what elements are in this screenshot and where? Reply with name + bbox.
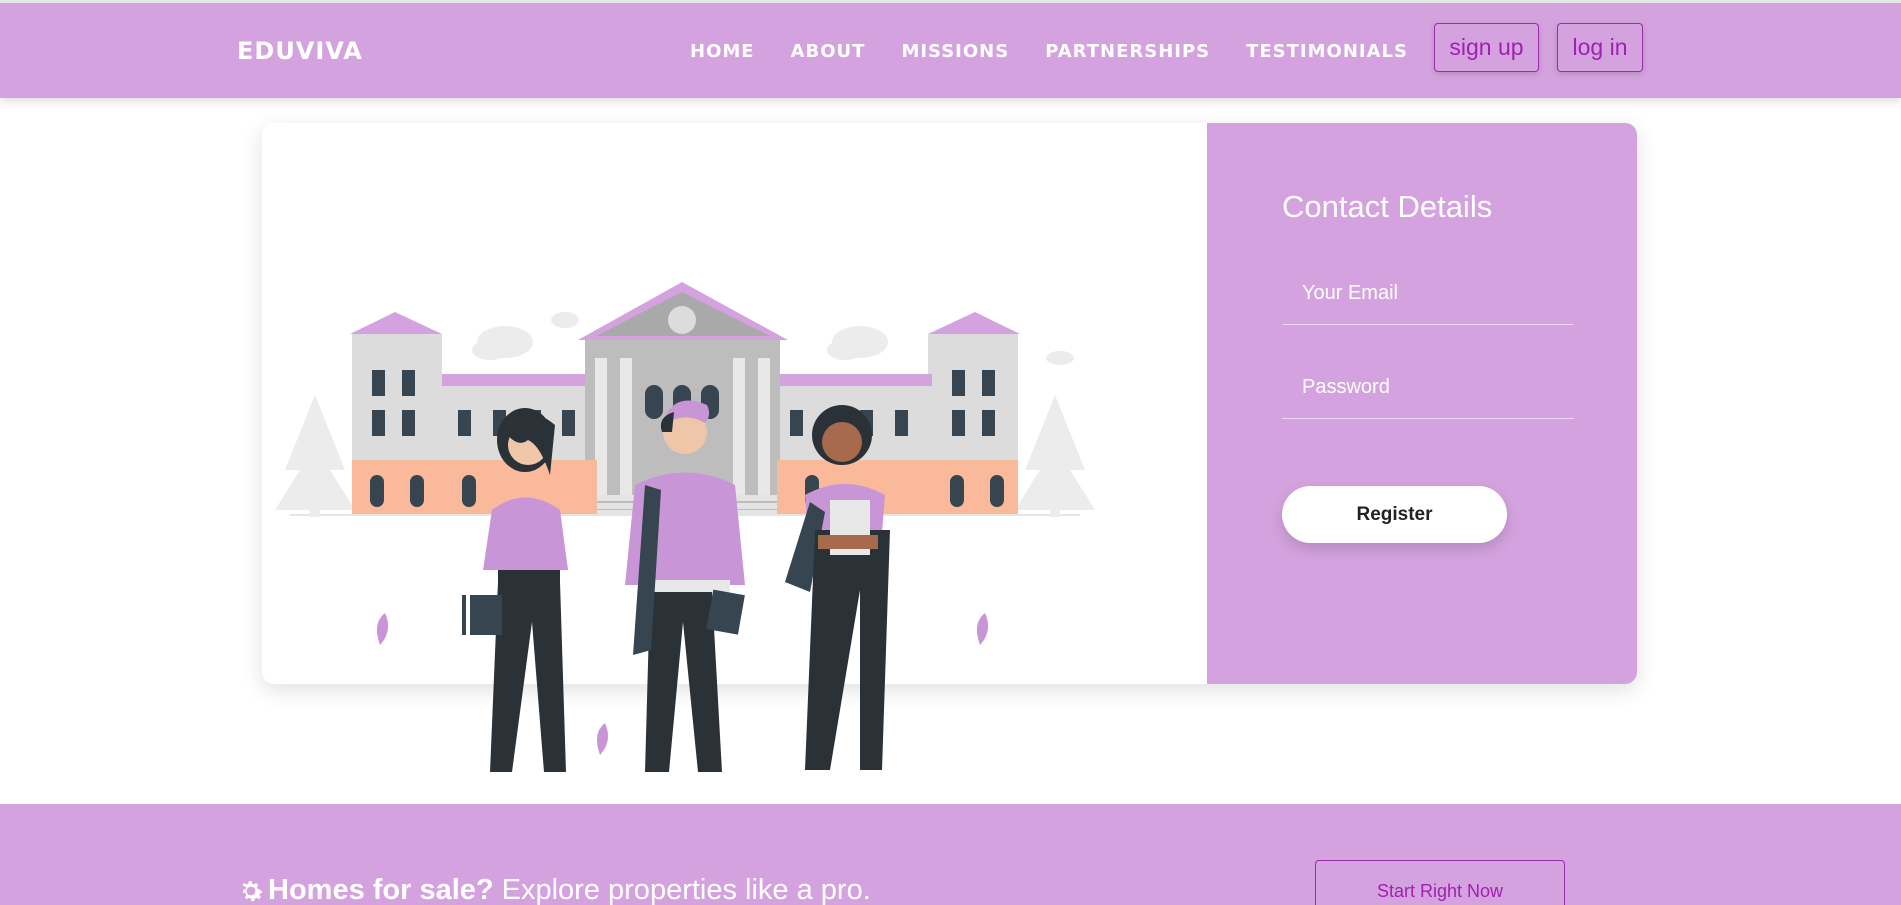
nav-testimonials[interactable]: TESTIMONIALS xyxy=(1246,41,1408,62)
nav-about[interactable]: ABOUT xyxy=(791,41,866,62)
footer-headline: Homes for sale? Explore properties like … xyxy=(236,874,871,905)
navbar: EDUVIVA HOME ABOUT MISSIONS PARTNERSHIPS… xyxy=(0,3,1901,98)
contact-title: Contact Details xyxy=(1282,189,1493,224)
campus-students-illustration xyxy=(275,282,1095,772)
password-field[interactable] xyxy=(1282,357,1574,419)
signup-button[interactable]: sign up xyxy=(1434,23,1539,72)
start-now-button[interactable]: Start Right Now xyxy=(1315,860,1565,905)
register-button[interactable]: Register xyxy=(1282,486,1507,543)
gear-icon xyxy=(242,880,263,901)
login-button[interactable]: log in xyxy=(1557,23,1643,72)
nav-links: HOME ABOUT MISSIONS PARTNERSHIPS TESTIMO… xyxy=(690,41,1444,62)
footer-banner: Homes for sale? Explore properties like … xyxy=(0,804,1901,905)
nav-missions[interactable]: MISSIONS xyxy=(901,41,1009,62)
footer-headline-rest: Explore properties like a pro. xyxy=(501,874,871,905)
brand-logo[interactable]: EDUVIVA xyxy=(237,37,363,65)
nav-home[interactable]: HOME xyxy=(690,41,755,62)
contact-panel: Contact Details Register xyxy=(1207,123,1637,684)
nav-partnerships[interactable]: PARTNERSHIPS xyxy=(1045,41,1210,62)
footer-headline-bold: Homes for sale? xyxy=(268,874,494,905)
email-field[interactable] xyxy=(1282,263,1574,325)
